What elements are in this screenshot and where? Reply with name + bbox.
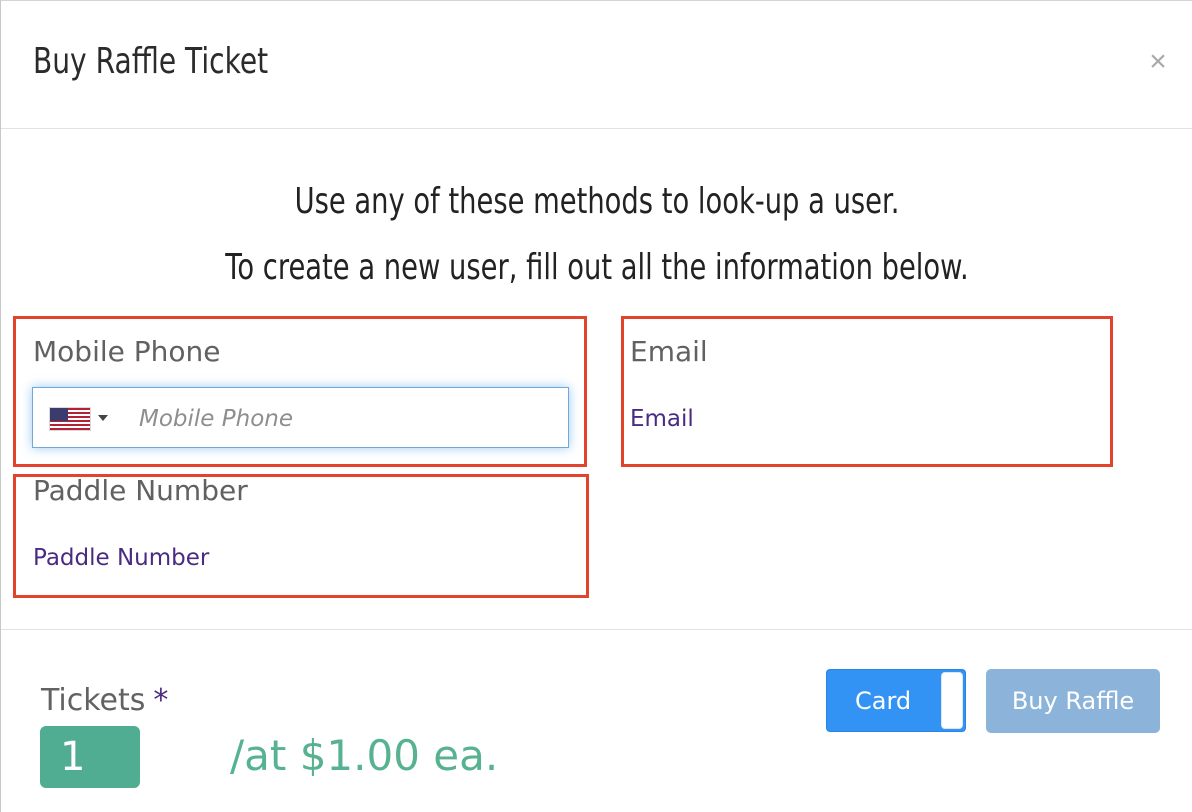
required-marker: * <box>153 683 169 718</box>
buy-raffle-modal: Buy Raffle Ticket × Use any of these met… <box>0 0 1192 812</box>
tickets-label-text: Tickets <box>41 683 146 718</box>
paddle-number-label: Paddle Number <box>33 474 248 507</box>
paddle-number-input[interactable] <box>33 541 573 575</box>
instructions-line-1: Use any of these methods to look-up a us… <box>294 181 900 222</box>
price-per-ticket: /at $1.00 ea. <box>230 731 499 780</box>
us-flag-icon <box>49 407 91 431</box>
country-code-dropdown[interactable] <box>49 407 115 431</box>
caret-down-icon <box>98 415 108 421</box>
modal-header: Buy Raffle Ticket × <box>1 1 1192 129</box>
payment-method-label: Card <box>855 687 912 715</box>
flag-canton <box>50 408 68 421</box>
buy-raffle-button[interactable]: Buy Raffle <box>986 669 1160 733</box>
tickets-label: Tickets * <box>41 683 168 718</box>
ticket-quantity-input[interactable] <box>40 726 140 788</box>
mobile-phone-label: Mobile Phone <box>33 335 221 368</box>
instructions-line-2: To create a new user, fill out all the i… <box>225 247 969 288</box>
section-divider <box>1 629 1192 630</box>
instructions-text: Use any of these methods to look-up a us… <box>1 169 1192 301</box>
modal-title: Buy Raffle Ticket <box>33 41 269 82</box>
close-icon[interactable]: × <box>1146 47 1170 77</box>
payment-method-toggle[interactable]: Card <box>826 669 966 732</box>
email-label: Email <box>630 335 708 368</box>
toggle-knob <box>941 672 963 729</box>
email-input[interactable] <box>630 402 1090 436</box>
mobile-phone-input[interactable] <box>137 396 561 442</box>
mobile-phone-field <box>32 387 569 448</box>
